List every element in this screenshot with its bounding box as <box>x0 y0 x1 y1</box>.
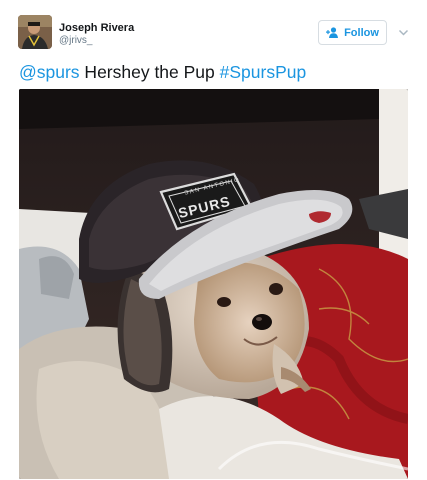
tweet-body: Hershey the Pup <box>79 62 220 82</box>
author-handle[interactable]: @jrivs_ <box>59 35 134 47</box>
hashtag-link[interactable]: #SpursPup <box>220 62 307 82</box>
tweet-photo[interactable]: SPURS SAN ANTONIO <box>19 89 408 479</box>
chevron-down-icon[interactable] <box>398 27 409 38</box>
dog-in-spurs-cap-image: SPURS SAN ANTONIO <box>19 89 408 479</box>
tweet-text: @spurs Hershey the Pup #SpursPup <box>19 61 409 83</box>
follow-button[interactable]: Follow <box>318 20 387 45</box>
follow-label: Follow <box>344 26 379 39</box>
author-name[interactable]: Joseph Rivera <box>59 22 134 35</box>
tweet-header: Joseph Rivera @jrivs_ Follow <box>18 15 413 51</box>
add-user-icon <box>326 27 339 38</box>
author-info[interactable]: Joseph Rivera @jrivs_ <box>59 22 134 47</box>
mention-link[interactable]: @spurs <box>19 62 80 82</box>
author-avatar[interactable] <box>18 15 52 49</box>
